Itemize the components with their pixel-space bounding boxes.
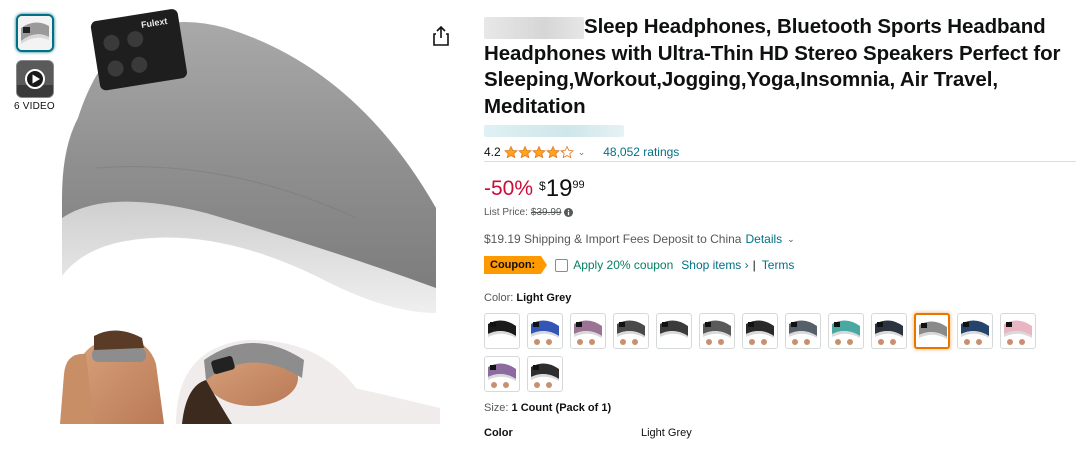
price-block: -50% $ 19 99 bbox=[484, 176, 585, 202]
thumbnail-image-1[interactable] bbox=[16, 14, 54, 52]
store-link-redacted[interactable] bbox=[484, 125, 624, 137]
color-swatch-image bbox=[531, 320, 559, 345]
ratings-row: 4.2 ⌄ 48,052 ratings bbox=[484, 144, 679, 160]
coupon-badge: Coupon: bbox=[484, 256, 548, 274]
color-swatch-image bbox=[746, 320, 774, 345]
color-swatch[interactable] bbox=[785, 313, 821, 349]
chevron-down-icon[interactable]: ⌄ bbox=[787, 234, 795, 245]
color-swatch[interactable] bbox=[699, 313, 735, 349]
star-icon bbox=[517, 146, 532, 158]
detail-value-color: Light Grey bbox=[641, 427, 692, 439]
discount-percentage: -50% bbox=[484, 177, 534, 200]
color-swatch-image bbox=[1004, 320, 1032, 345]
list-price-value: $39.99 bbox=[530, 207, 562, 218]
size-value: 1 Count (Pack of 1) bbox=[511, 402, 612, 414]
selected-color-name: Light Grey bbox=[516, 292, 572, 304]
color-swatch-image bbox=[531, 363, 559, 388]
color-swatch[interactable] bbox=[613, 313, 649, 349]
shipping-details-link[interactable]: Details bbox=[745, 232, 782, 246]
info-icon[interactable] bbox=[563, 208, 573, 217]
color-swatch-image bbox=[789, 320, 817, 345]
coupon-row: Coupon: Apply 20% coupon Shop items › | … bbox=[484, 256, 794, 274]
color-swatch-list bbox=[484, 313, 1076, 392]
color-swatch[interactable] bbox=[527, 356, 563, 392]
price-currency: $ bbox=[539, 179, 546, 193]
price-whole: 19 bbox=[545, 175, 573, 202]
share-icon[interactable] bbox=[432, 26, 450, 46]
shipping-text: $19.19 Shipping & Import Fees Deposit to… bbox=[484, 232, 742, 246]
color-swatch[interactable] bbox=[871, 313, 907, 349]
apply-coupon-label[interactable]: Apply 20% coupon bbox=[573, 258, 673, 272]
star-icon bbox=[545, 146, 560, 158]
divider bbox=[484, 161, 1076, 162]
list-price-label: List Price: bbox=[484, 207, 528, 218]
color-swatch-image bbox=[574, 320, 602, 345]
list-price: List Price: $39.99 bbox=[484, 207, 573, 218]
video-play-icon bbox=[17, 61, 53, 97]
star-rating[interactable] bbox=[503, 146, 574, 158]
ratings-count-link[interactable]: 48,052 ratings bbox=[603, 145, 679, 159]
color-swatch[interactable] bbox=[742, 313, 778, 349]
thumbnail-video[interactable] bbox=[16, 60, 54, 98]
shop-items-link[interactable]: Shop items › bbox=[681, 258, 748, 272]
color-swatch-image bbox=[660, 320, 688, 338]
color-swatch[interactable] bbox=[957, 313, 993, 349]
color-swatch[interactable] bbox=[570, 313, 606, 349]
color-swatch[interactable] bbox=[484, 356, 520, 392]
star-icon bbox=[503, 146, 518, 158]
color-swatch-image bbox=[488, 363, 516, 388]
color-swatch[interactable] bbox=[656, 313, 692, 349]
star-icon bbox=[531, 146, 546, 158]
color-swatch[interactable] bbox=[484, 313, 520, 349]
color-swatch[interactable] bbox=[828, 313, 864, 349]
rating-value: 4.2 bbox=[484, 145, 501, 159]
size-label: Size: 1 Count (Pack of 1) bbox=[484, 402, 612, 414]
color-swatch-image bbox=[703, 320, 731, 345]
price-fraction: 99 bbox=[572, 179, 585, 191]
color-swatch-image bbox=[832, 320, 860, 345]
color-swatch-image bbox=[617, 320, 645, 345]
separator: | bbox=[752, 258, 756, 272]
color-swatch-image bbox=[961, 320, 989, 345]
color-swatch[interactable] bbox=[1000, 313, 1036, 349]
shipping-info: $19.19 Shipping & Import Fees Deposit to… bbox=[484, 232, 795, 246]
chevron-down-icon[interactable]: ⌄ bbox=[578, 147, 586, 158]
headband-thumbnail-icon bbox=[18, 16, 52, 50]
detail-key-color: Color bbox=[484, 427, 513, 439]
color-swatch[interactable] bbox=[914, 313, 950, 349]
color-swatch-image bbox=[875, 320, 903, 345]
color-swatch-image bbox=[488, 320, 516, 338]
product-detail-row: Color Light Grey bbox=[484, 427, 692, 439]
brand-name-redacted bbox=[484, 17, 584, 39]
main-product-image[interactable]: Fulext bbox=[56, 8, 440, 424]
color-label: Color: Light Grey bbox=[484, 292, 572, 304]
video-count-label: 6 VIDEO bbox=[14, 101, 55, 112]
terms-link[interactable]: Terms bbox=[762, 258, 795, 272]
color-swatch[interactable] bbox=[527, 313, 563, 349]
control-pad: Fulext bbox=[90, 9, 188, 91]
color-swatch-image bbox=[919, 321, 947, 339]
apply-coupon-checkbox[interactable] bbox=[555, 258, 569, 272]
star-icon bbox=[559, 146, 574, 158]
